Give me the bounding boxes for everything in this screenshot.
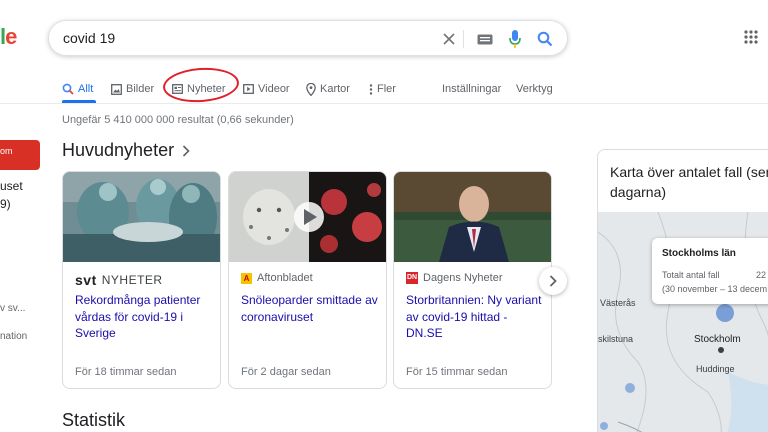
tooltip-label: Totalt antal fall [662, 270, 720, 280]
top-stories-title: Huvudnyheter [62, 140, 175, 160]
tab-label: Bilder [126, 83, 155, 95]
left-fragment-text: v sv... [0, 303, 26, 314]
news-time: För 15 timmar sedan [406, 366, 508, 378]
clear-icon[interactable] [439, 29, 459, 49]
news-thumbnail-snow-leopard [229, 172, 386, 262]
tooltip-value: 22 [756, 270, 767, 280]
top-stories-heading[interactable]: Huvudnyheter [62, 140, 190, 161]
news-source: svt NYHETER [75, 272, 163, 288]
map-tooltip: Stockholms län Totalt antal fall 22 (30 … [652, 238, 768, 304]
map-title: Karta över antalet fall (sen dagarna) [610, 164, 768, 200]
carousel-next-button[interactable] [539, 267, 567, 295]
map-pin-icon [306, 82, 316, 96]
case-map-panel: Karta över antalet fall (sen dagarna) Vä… [597, 149, 768, 432]
svt-logo: svt [75, 272, 97, 288]
search-bar-divider [463, 30, 464, 48]
map-label-stockholm: Stockholm [694, 334, 741, 345]
microphone-icon[interactable] [505, 29, 525, 49]
news-headline[interactable]: Rekordmånga patienter vårdas för covid-1… [75, 292, 213, 342]
chevron-right-icon [183, 144, 190, 157]
logo-letter-e: e [5, 24, 17, 49]
more-vert-icon [369, 83, 373, 95]
tab-fler[interactable]: Fler [369, 78, 396, 100]
tab-label: Allt [78, 83, 94, 95]
image-icon [111, 83, 122, 95]
tab-videor[interactable]: Videor [243, 78, 290, 100]
tab-allt[interactable]: Allt [62, 78, 93, 100]
result-stats: Ungefär 5 410 000 000 resultat (0,66 sek… [62, 114, 294, 126]
tools-link[interactable]: Verktyg [516, 78, 553, 100]
left-fragment-text: nation [0, 331, 28, 342]
search-icon [62, 83, 74, 95]
left-red-label: om [0, 146, 13, 156]
google-logo-fragment[interactable]: le [0, 24, 17, 50]
left-fragment-text: uset [0, 179, 23, 193]
tab-kartor[interactable]: Kartor [306, 78, 350, 100]
aftonbladet-logo: A [241, 272, 252, 284]
news-thumbnail-parliament [394, 172, 551, 262]
news-headline[interactable]: Storbritannien: Ny variant av covid-19 h… [406, 292, 544, 342]
tab-label: Fler [377, 83, 396, 95]
map-label-eskilstuna: skilstuna [598, 334, 634, 344]
news-thumbnail-surgery [63, 172, 220, 262]
news-source: DN Dagens Nyheter [406, 272, 503, 284]
settings-link[interactable]: Inställningar [442, 78, 501, 100]
source-name: Aftonbladet [257, 272, 313, 284]
tab-label: Kartor [320, 83, 350, 95]
statistics-heading: Statistik [62, 410, 126, 430]
search-input[interactable] [63, 30, 423, 46]
news-card[interactable]: DN Dagens Nyheter Storbritannien: Ny var… [393, 171, 552, 389]
search-bar [48, 20, 568, 56]
source-name: Dagens Nyheter [423, 272, 503, 284]
source-name: NYHETER [101, 273, 163, 287]
news-headline[interactable]: Snöleoparder smittade av coronaviruset [241, 292, 379, 325]
news-card[interactable]: svt NYHETER Rekordmånga patienter vårdas… [62, 171, 221, 389]
keyboard-icon[interactable] [475, 29, 495, 49]
news-time: För 2 dagar sedan [241, 366, 331, 378]
news-time: För 18 timmar sedan [75, 366, 177, 378]
search-icon[interactable] [535, 29, 555, 49]
chevron-right-icon [549, 275, 557, 287]
apps-grid-icon[interactable] [744, 30, 758, 44]
tooltip-region: Stockholms län [662, 248, 736, 259]
highlight-circle-annotation [161, 65, 241, 105]
tab-label: Videor [258, 83, 290, 95]
case-map[interactable]: Västerås skilstuna Stockholm Huddinge E4… [598, 212, 768, 432]
news-card[interactable]: A Aftonbladet Snöleoparder smittade av c… [228, 171, 387, 389]
left-red-button[interactable]: om [0, 140, 40, 170]
left-fragment-text: 9) [0, 197, 11, 211]
news-source: A Aftonbladet [241, 272, 313, 284]
tabs-divider [0, 103, 768, 104]
tooltip-range: (30 november – 13 decem [662, 284, 768, 294]
dn-logo: DN [406, 272, 418, 284]
play-icon [243, 84, 254, 94]
map-label-vasteras: Västerås [600, 298, 636, 308]
tab-bilder[interactable]: Bilder [111, 78, 154, 100]
map-label-huddinge: Huddinge [696, 364, 735, 374]
